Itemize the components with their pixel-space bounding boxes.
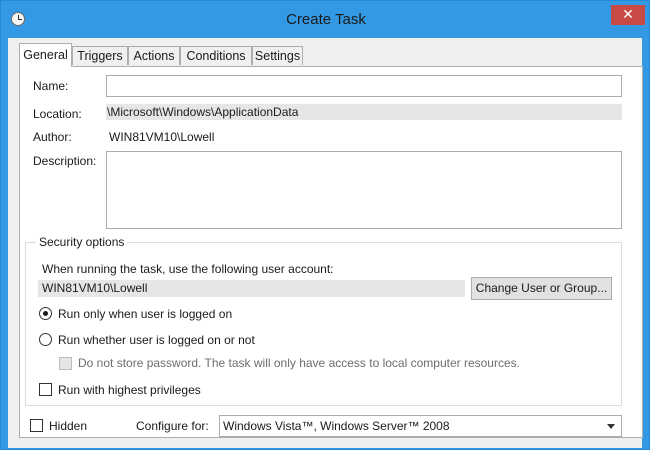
- tab-actions[interactable]: Actions: [128, 46, 180, 65]
- change-user-button[interactable]: Change User or Group...: [471, 277, 612, 300]
- create-task-window: Create Task ✕ General Triggers Actions C…: [0, 0, 650, 450]
- run-only-logged-on-radio[interactable]: [39, 307, 52, 320]
- do-not-store-password-checkbox[interactable]: [59, 357, 72, 370]
- author-label: Author:: [33, 130, 72, 144]
- hidden-checkbox[interactable]: [30, 419, 43, 432]
- author-value: WIN81VM10\Lowell: [109, 130, 215, 144]
- name-input[interactable]: [106, 75, 622, 97]
- configure-for-value: Windows Vista™, Windows Server™ 2008: [223, 419, 450, 433]
- tab-triggers[interactable]: Triggers: [72, 46, 128, 65]
- location-label: Location:: [33, 107, 82, 121]
- user-account-value: WIN81VM10\Lowell: [38, 280, 465, 297]
- security-options-title: Security options: [36, 235, 128, 249]
- account-prompt: When running the task, use the following…: [42, 262, 334, 276]
- close-button[interactable]: ✕: [611, 5, 645, 25]
- name-label: Name:: [33, 79, 69, 93]
- title-bar[interactable]: Create Task ✕: [1, 1, 649, 38]
- run-whether-logged-on-radio[interactable]: [39, 333, 52, 346]
- do-not-store-password-label[interactable]: Do not store password. The task will onl…: [78, 356, 520, 370]
- configure-for-label: Configure for:: [136, 419, 209, 433]
- run-only-logged-on-label[interactable]: Run only when user is logged on: [58, 307, 232, 321]
- highest-privileges-checkbox[interactable]: [39, 383, 52, 396]
- description-label: Description:: [33, 154, 97, 168]
- configure-for-select[interactable]: Windows Vista™, Windows Server™ 2008: [219, 415, 622, 437]
- tab-conditions[interactable]: Conditions: [180, 46, 252, 65]
- description-input[interactable]: [106, 151, 622, 229]
- window-title: Create Task: [286, 11, 366, 28]
- chevron-down-icon: [607, 424, 615, 429]
- tab-general[interactable]: General: [19, 43, 72, 67]
- tab-settings[interactable]: Settings: [252, 46, 303, 65]
- hidden-label[interactable]: Hidden: [49, 419, 87, 433]
- highest-privileges-label[interactable]: Run with highest privileges: [58, 383, 201, 397]
- run-whether-logged-on-label[interactable]: Run whether user is logged on or not: [58, 333, 255, 347]
- location-value: \Microsoft\Windows\ApplicationData: [106, 104, 622, 120]
